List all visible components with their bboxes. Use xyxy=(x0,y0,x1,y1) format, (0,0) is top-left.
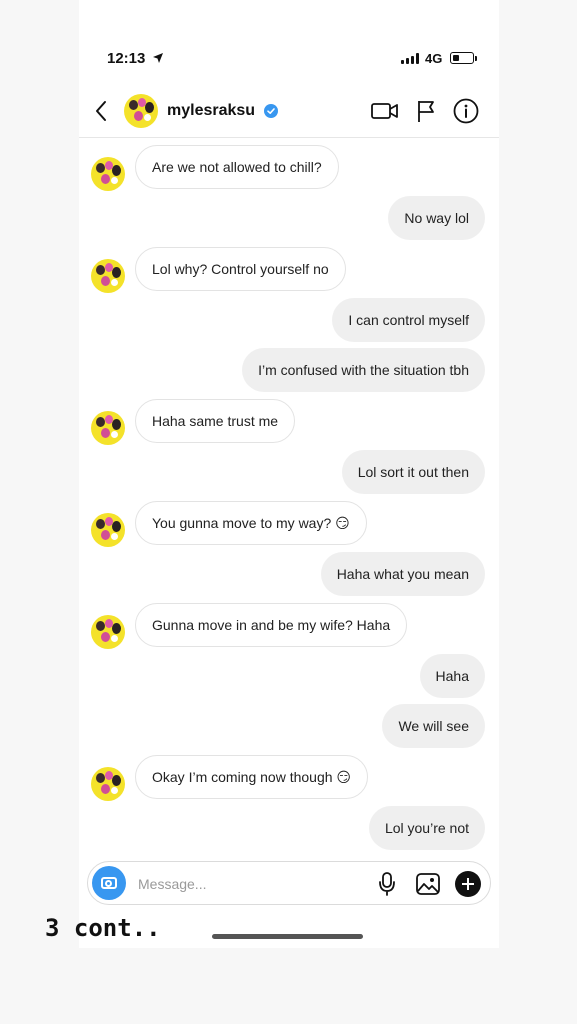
message-input[interactable] xyxy=(138,872,368,896)
plus-icon[interactable] xyxy=(455,871,481,897)
message-row: Lol why? Control yourself no xyxy=(79,247,499,293)
incoming-message-bubble[interactable]: Haha same trust me xyxy=(135,399,296,443)
info-icon[interactable] xyxy=(453,98,479,124)
sender-avatar[interactable] xyxy=(91,513,125,547)
incoming-message-bubble[interactable]: Lol why? Control yourself no xyxy=(135,247,346,291)
avatar xyxy=(124,94,158,128)
home-indicator[interactable] xyxy=(212,934,363,939)
chevron-left-icon[interactable] xyxy=(91,98,111,124)
incoming-message-bubble[interactable]: Are we not allowed to chill? xyxy=(135,145,339,189)
avatar xyxy=(91,259,125,293)
avatar xyxy=(91,411,125,445)
outgoing-message-bubble[interactable]: Lol you’re not xyxy=(368,806,485,850)
chat-screen: 12:13 4G mylesraksu Are we not allowed t… xyxy=(79,0,499,948)
incoming-message-bubble[interactable]: You gunna move to my way? 😏 xyxy=(135,501,367,545)
outgoing-message-bubble[interactable]: No way lol xyxy=(388,196,485,240)
header-avatar[interactable] xyxy=(124,94,158,128)
message-row: No way lol xyxy=(79,196,499,240)
network-type: 4G xyxy=(425,51,443,66)
message-row: Lol you’re not xyxy=(79,806,499,850)
story-caption: 3 cont.. xyxy=(45,914,161,942)
outgoing-message-bubble[interactable]: Lol sort it out then xyxy=(341,450,485,494)
flag-icon[interactable] xyxy=(416,99,436,123)
sender-avatar[interactable] xyxy=(91,615,125,649)
avatar xyxy=(91,767,125,801)
outgoing-message-bubble[interactable]: I can control myself xyxy=(332,298,485,342)
message-row: Gunna move in and be my wife? Haha xyxy=(79,603,499,649)
status-bar: 12:13 4G xyxy=(79,0,499,90)
outgoing-message-bubble[interactable]: We will see xyxy=(382,704,485,748)
sender-avatar[interactable] xyxy=(91,767,125,801)
sender-avatar[interactable] xyxy=(91,411,125,445)
outgoing-message-bubble[interactable]: I’m confused with the situation tbh xyxy=(242,348,485,392)
incoming-message-bubble[interactable]: Gunna move in and be my wife? Haha xyxy=(135,603,408,647)
signal-strength-icon xyxy=(401,53,419,64)
avatar xyxy=(91,513,125,547)
chat-header: mylesraksu xyxy=(79,90,499,138)
status-time: 12:13 xyxy=(107,50,146,67)
message-row: Okay I’m coming now though 😏 xyxy=(79,755,499,801)
sender-avatar[interactable] xyxy=(91,157,125,191)
message-row: I can control myself xyxy=(79,298,499,342)
message-row: Lol sort it out then xyxy=(79,450,499,494)
location-arrow-icon xyxy=(153,53,163,63)
battery-icon xyxy=(450,52,474,64)
message-composer xyxy=(87,861,491,905)
video-camera-icon[interactable] xyxy=(371,101,399,121)
outgoing-message-bubble[interactable]: Haha what you mean xyxy=(320,552,485,596)
incoming-message-bubble[interactable]: Okay I’m coming now though 😏 xyxy=(135,755,369,799)
verified-badge-icon xyxy=(264,104,278,118)
message-row: Haha same trust me xyxy=(79,399,499,445)
avatar xyxy=(91,615,125,649)
chat-username[interactable]: mylesraksu xyxy=(167,102,255,120)
microphone-icon[interactable] xyxy=(378,871,396,897)
message-row: I’m confused with the situation tbh xyxy=(79,348,499,392)
message-row: You gunna move to my way? 😏 xyxy=(79,501,499,547)
message-row: We will see xyxy=(79,704,499,748)
camera-icon[interactable] xyxy=(92,866,126,900)
outgoing-message-bubble[interactable]: Haha xyxy=(419,654,485,698)
message-row: Haha what you mean xyxy=(79,552,499,596)
battery-nub xyxy=(475,56,477,61)
gallery-icon[interactable] xyxy=(415,871,441,897)
avatar xyxy=(91,157,125,191)
battery-level xyxy=(452,54,459,61)
message-row: Are we not allowed to chill? xyxy=(79,145,499,191)
sender-avatar[interactable] xyxy=(91,259,125,293)
message-row: Haha xyxy=(79,654,499,698)
